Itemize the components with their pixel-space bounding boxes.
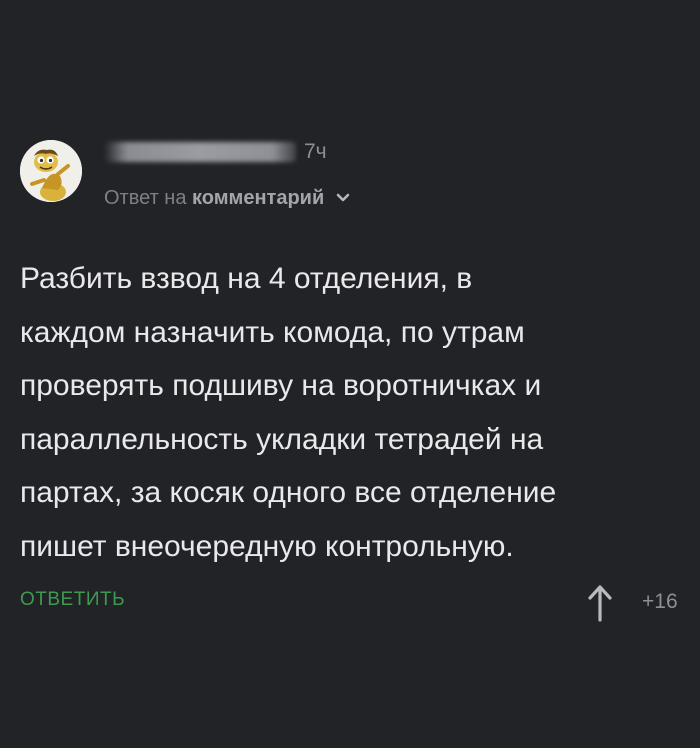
comment-card: 7ч Ответ на комментарий Разбить взвод на… bbox=[0, 0, 700, 748]
upvote-button[interactable] bbox=[585, 582, 615, 622]
username-redacted[interactable] bbox=[104, 142, 296, 162]
arrow-up-icon bbox=[588, 585, 612, 622]
avatar-image bbox=[20, 140, 82, 202]
avatar[interactable] bbox=[20, 140, 82, 202]
reply-meta[interactable]: Ответ на комментарий bbox=[104, 186, 350, 210]
reply-button[interactable]: ОТВЕТИТЬ bbox=[20, 589, 125, 611]
rating-value: +16 bbox=[642, 590, 678, 613]
reply-prefix: Ответ на bbox=[104, 187, 187, 209]
timestamp: 7ч bbox=[304, 140, 327, 163]
reply-target-link[interactable]: комментарий bbox=[192, 187, 324, 209]
comment-body: Разбить взвод на 4 отделения, в каждом н… bbox=[20, 262, 557, 563]
chevron-down-icon[interactable] bbox=[336, 186, 350, 209]
